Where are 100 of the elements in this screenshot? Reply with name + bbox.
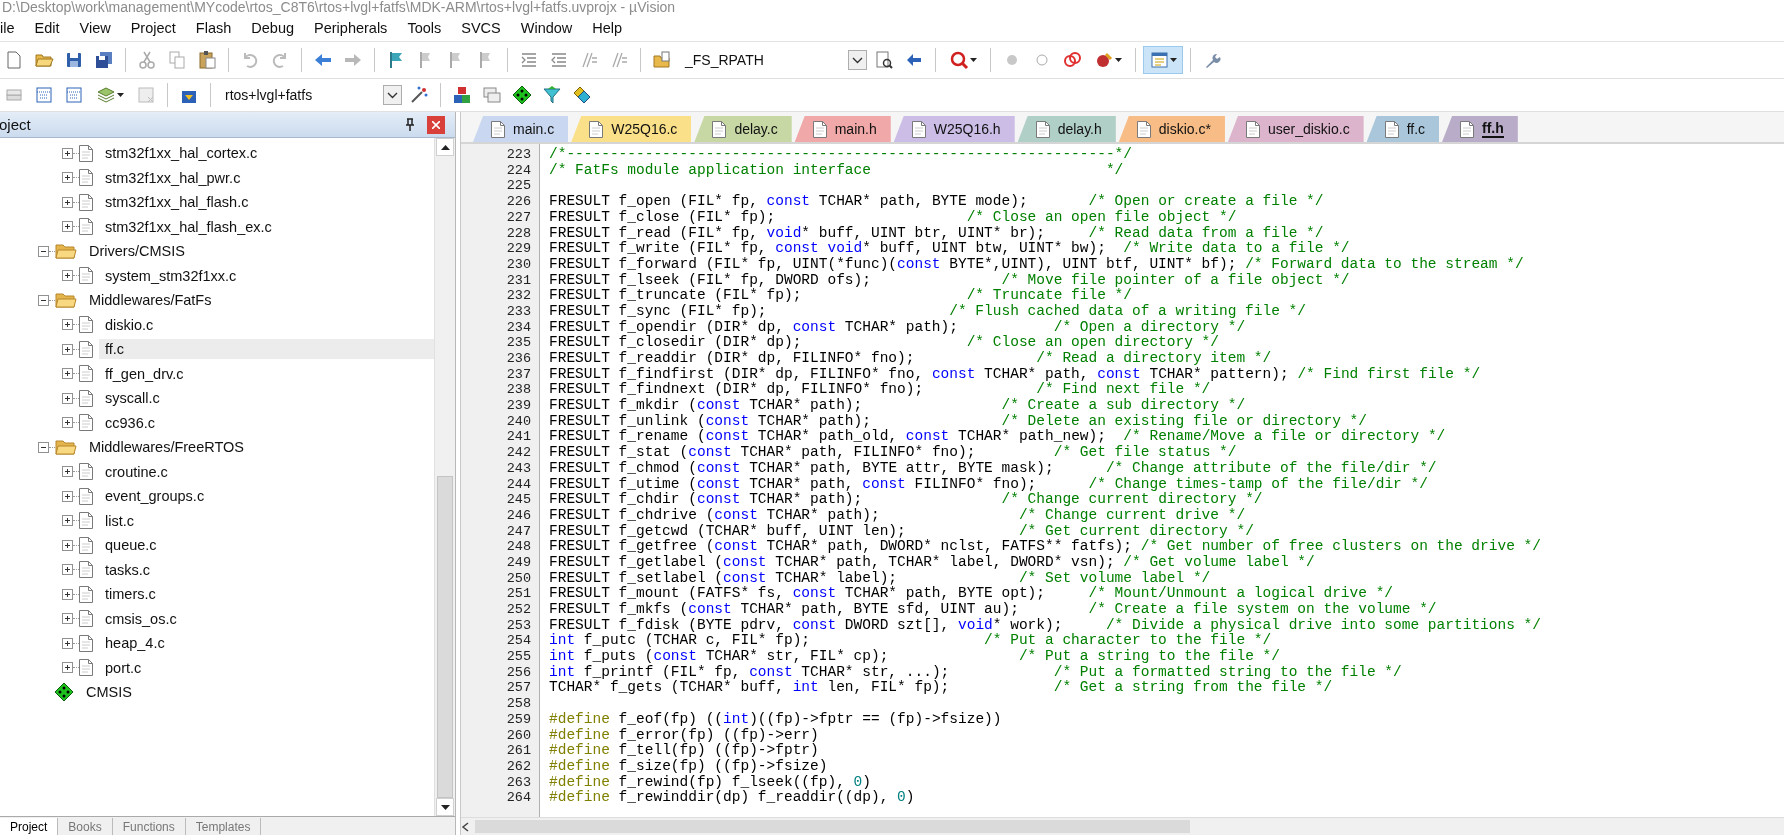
expand-icon[interactable]: [62, 270, 73, 282]
tree-item[interactable]: syscall.c: [99, 388, 166, 409]
component-icon: [54, 682, 74, 703]
save-icon: [64, 50, 84, 70]
tree-item[interactable]: cmsis_os.c: [99, 608, 183, 629]
menu-item[interactable]: View: [69, 17, 121, 39]
editor-tab[interactable]: user_diskio.c: [1227, 116, 1364, 142]
tree-item[interactable]: CMSIS: [80, 682, 138, 703]
document-icon: [79, 585, 93, 603]
tree-item[interactable]: event_groups.c: [99, 486, 211, 507]
code-line: FRESULT f_opendir (DIR* dp, const TCHAR* path); /* Open a directory */: [549, 319, 1246, 335]
menu-item[interactable]: Flash: [185, 17, 242, 39]
expand-icon[interactable]: [62, 343, 73, 355]
expand-icon[interactable]: [62, 613, 73, 625]
expand-icon[interactable]: [62, 515, 73, 527]
menu-item[interactable]: Help: [582, 17, 633, 39]
tree-item[interactable]: Middlewares/FreeRTOS: [83, 437, 250, 458]
panel-tab[interactable]: Templates: [185, 818, 262, 835]
tree-item[interactable]: system_stm32f1xx.c: [99, 265, 243, 286]
menu-item[interactable]: Window: [510, 17, 583, 39]
tree-item[interactable]: croutine.c: [99, 461, 174, 482]
tree-item[interactable]: diskio.c: [99, 314, 160, 335]
menu-item[interactable]: SVCS: [451, 17, 511, 39]
document-icon: [79, 169, 93, 187]
expand-icon[interactable]: [62, 588, 73, 600]
line-number: 251: [505, 586, 531, 602]
tree-item[interactable]: heap_4.c: [99, 633, 171, 654]
panel-tab[interactable]: Books: [58, 818, 113, 835]
expand-icon[interactable]: [62, 196, 73, 208]
expand-icon[interactable]: [62, 417, 73, 429]
file-icon: [1035, 120, 1050, 138]
tree-item[interactable]: Drivers/CMSIS: [83, 241, 191, 262]
tree-item[interactable]: ff_gen_drv.c: [99, 363, 190, 384]
scrollbar[interactable]: [434, 138, 455, 816]
find-in-files-icon: [874, 50, 894, 70]
pin-icon[interactable]: [405, 118, 415, 131]
expand-icon[interactable]: [62, 637, 73, 649]
editor-tab[interactable]: ff.c: [1366, 116, 1440, 142]
line-number: 239: [505, 398, 531, 414]
editor-tab[interactable]: main.h: [794, 116, 891, 142]
panel-tab[interactable]: Functions: [112, 818, 186, 835]
menu-item[interactable]: Peripherals: [304, 17, 398, 39]
menu-item[interactable]: Edit: [24, 17, 70, 39]
close-button[interactable]: [427, 115, 445, 134]
tree-item[interactable]: timers.c: [99, 584, 162, 605]
expand-icon[interactable]: [62, 564, 73, 576]
chevron-down-icon: [848, 50, 867, 70]
editor-tab[interactable]: main.c: [473, 116, 569, 142]
collapse-icon[interactable]: [38, 441, 49, 453]
line-number: 232: [505, 288, 531, 304]
expand-icon[interactable]: [62, 221, 73, 233]
tree-item[interactable]: tasks.c: [99, 559, 157, 580]
tree-item[interactable]: queue.c: [99, 535, 163, 556]
tree-item[interactable]: cc936.c: [99, 412, 161, 433]
line-number: 244: [505, 476, 531, 493]
scrollbar[interactable]: [461, 817, 1784, 835]
tree-item[interactable]: stm32f1xx_hal_flash.c: [99, 192, 255, 213]
line-number: 258: [505, 696, 531, 712]
scroll-left-icon[interactable]: [461, 821, 469, 832]
scroll-down-icon[interactable]: [440, 804, 450, 810]
expand-icon[interactable]: [62, 172, 73, 184]
chevron-down-icon: [383, 85, 402, 105]
editor-tab[interactable]: ff.h: [1442, 116, 1518, 142]
line-number: 234: [505, 319, 531, 336]
menu-item[interactable]: Tools: [397, 17, 452, 39]
expand-icon[interactable]: [62, 392, 73, 404]
menu-item[interactable]: Project: [120, 17, 186, 39]
editor-tab[interactable]: W25Q16.h: [893, 116, 1015, 142]
expand-icon[interactable]: [62, 490, 73, 502]
tree-item[interactable]: port.c: [99, 657, 148, 678]
expand-icon[interactable]: [62, 539, 73, 551]
tree-item[interactable]: ff.c: [99, 339, 434, 360]
expand-icon[interactable]: [62, 368, 73, 380]
collapse-icon[interactable]: [38, 245, 49, 257]
tree-item[interactable]: stm32f1xx_hal_cortex.c: [99, 143, 264, 164]
scroll-up-icon[interactable]: [440, 144, 450, 150]
tree-item[interactable]: list.c: [99, 510, 140, 531]
expand-icon[interactable]: [62, 662, 73, 674]
line-number: 248: [505, 539, 531, 555]
line-number: 238: [505, 382, 531, 398]
editor-tab[interactable]: diskio.c*: [1118, 116, 1225, 142]
expand-icon[interactable]: [62, 319, 73, 331]
editor-tab[interactable]: W25Q16.c: [571, 116, 692, 142]
editor-tab[interactable]: delay.h: [1017, 116, 1116, 142]
toolbar-button[interactable]: [1143, 46, 1183, 74]
folder-icon: [55, 243, 77, 260]
panel-tab[interactable]: Project: [0, 818, 59, 835]
expand-icon[interactable]: [62, 466, 73, 478]
editor-tab[interactable]: delay.c: [694, 116, 792, 142]
menu-item[interactable]: Debug: [241, 17, 305, 39]
line-number: 249: [505, 554, 531, 571]
tree-item[interactable]: stm32f1xx_hal_flash_ex.c: [99, 216, 278, 237]
code-line: #define f_error(fp) ((fp)->err): [549, 727, 819, 743]
expand-icon[interactable]: [62, 147, 73, 159]
tree-item[interactable]: stm32f1xx_hal_pwr.c: [99, 167, 247, 188]
line-number: 252: [505, 602, 531, 618]
tree-item[interactable]: Middlewares/FatFs: [83, 290, 218, 311]
window-icon: [1149, 50, 1169, 70]
menu-item[interactable]: ile: [0, 17, 25, 39]
collapse-icon[interactable]: [38, 294, 49, 306]
